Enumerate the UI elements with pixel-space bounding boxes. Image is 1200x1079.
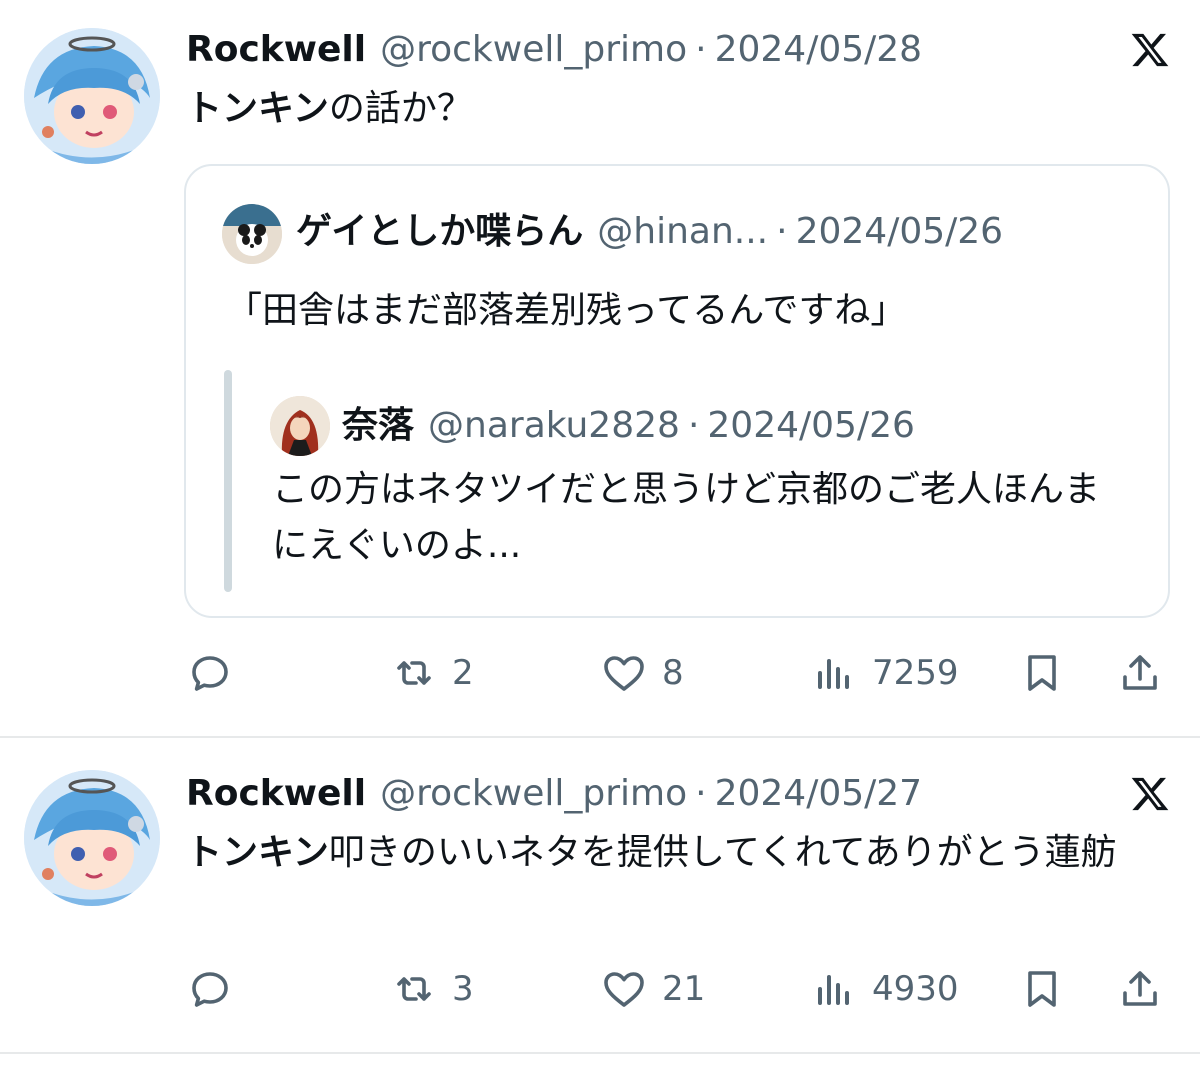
tweet[interactable]: Rockwell @rockwell_primo · 2024/05/28 トン… — [0, 0, 1200, 737]
views-count: 4930 — [872, 969, 959, 1009]
quote-display-name[interactable]: ゲイとしか喋らん — [296, 210, 583, 254]
share-icon — [1123, 655, 1157, 690]
like-count: 21 — [662, 969, 706, 1009]
nested-avatar[interactable] — [270, 396, 330, 456]
tweet-header: Rockwell @rockwell_primo · 2024/05/27 — [186, 772, 922, 816]
nested-quote[interactable]: 奈落 @naraku2828 · 2024/05/26 この方はネタツイだと思う… — [224, 370, 1124, 592]
views-button[interactable]: 7259 — [810, 648, 959, 698]
quote-timestamp[interactable]: 2024/05/26 — [796, 210, 1004, 254]
quote-text: 「田舎はまだ部落差別残ってるんですね」 — [226, 290, 907, 331]
share-button[interactable] — [1116, 648, 1164, 698]
retweet-icon — [397, 661, 431, 685]
nested-timestamp[interactable]: 2024/05/26 — [707, 404, 915, 448]
reply-icon — [192, 972, 228, 1007]
nested-display-name[interactable]: 奈落 — [342, 404, 414, 448]
x-logo-icon[interactable] — [1130, 30, 1170, 70]
like-count: 8 — [662, 653, 684, 693]
views-chart-icon — [818, 659, 849, 689]
share-icon — [1123, 971, 1157, 1006]
share-button[interactable] — [1116, 964, 1164, 1014]
display-name[interactable]: Rockwell — [186, 28, 366, 72]
retweet-icon — [397, 977, 431, 1001]
views-chart-icon — [818, 975, 849, 1005]
bookmark-icon — [1028, 971, 1056, 1007]
timestamp[interactable]: 2024/05/27 — [715, 772, 923, 816]
quote-tweet-card[interactable]: ゲイとしか喋らん @hinan... · 2024/05/26 「田舎はまだ部落… — [184, 164, 1170, 618]
reply-button[interactable] — [186, 964, 234, 1014]
separator: · — [695, 29, 707, 70]
nested-text: この方はネタツイだと思うけど京都のご老人ほんまにえぐいのよ... — [272, 469, 1101, 566]
nested-quote-bar — [224, 370, 232, 592]
quote-handle[interactable]: @hinan... — [597, 210, 768, 254]
tweet[interactable]: Rockwell @rockwell_primo · 2024/05/27 トン… — [0, 738, 1200, 1053]
reply-icon — [192, 656, 228, 691]
bookmark-button[interactable] — [1018, 648, 1066, 698]
nested-header: 奈落 @naraku2828 · 2024/05/26 — [342, 404, 915, 448]
quote-header: ゲイとしか喋らん @hinan... · 2024/05/26 — [296, 210, 1003, 254]
views-count: 7259 — [872, 653, 959, 693]
separator: · — [776, 211, 788, 252]
tweet-text-bold: トンキン — [186, 832, 329, 873]
tweet-text-rest: の話か？ — [328, 88, 473, 129]
tweet-text: トンキン叩きのいいネタを提供してくれてありがとう蓮舫 — [186, 826, 1156, 880]
tweet-header: Rockwell @rockwell_primo · 2024/05/28 — [186, 28, 922, 72]
retweet-count: 2 — [452, 653, 474, 693]
x-logo-icon[interactable] — [1130, 774, 1170, 814]
avatar[interactable] — [24, 770, 160, 906]
reply-button[interactable] — [186, 648, 234, 698]
separator: · — [687, 405, 700, 446]
avatar[interactable] — [24, 28, 160, 164]
display-name[interactable]: Rockwell — [186, 772, 366, 816]
like-button[interactable]: 8 — [600, 648, 684, 698]
retweet-button[interactable]: 3 — [390, 964, 474, 1014]
separator: · — [695, 773, 707, 814]
tweet-text: トンキンの話か？ — [186, 82, 1166, 136]
divider — [0, 1052, 1200, 1054]
handle[interactable]: @rockwell_primo — [380, 772, 687, 816]
heart-icon — [604, 972, 644, 1007]
retweet-count: 3 — [452, 969, 474, 1009]
bookmark-button[interactable] — [1018, 964, 1066, 1014]
tweet-text-rest: 叩きのいいネタを提供してくれてありがとう蓮舫 — [328, 832, 1117, 873]
retweet-button[interactable]: 2 — [390, 648, 474, 698]
timestamp[interactable]: 2024/05/28 — [715, 28, 923, 72]
action-bar: 3 21 4930 — [186, 964, 1166, 1014]
like-button[interactable]: 21 — [600, 964, 705, 1014]
nested-handle[interactable]: @naraku2828 — [428, 404, 680, 448]
quote-avatar[interactable] — [222, 204, 282, 264]
bookmark-icon — [1028, 655, 1056, 691]
tweet-text-bold: トンキン — [186, 88, 329, 129]
views-button[interactable]: 4930 — [810, 964, 959, 1014]
heart-icon — [604, 656, 644, 691]
handle[interactable]: @rockwell_primo — [380, 28, 687, 72]
action-bar: 2 8 7259 — [186, 648, 1166, 698]
